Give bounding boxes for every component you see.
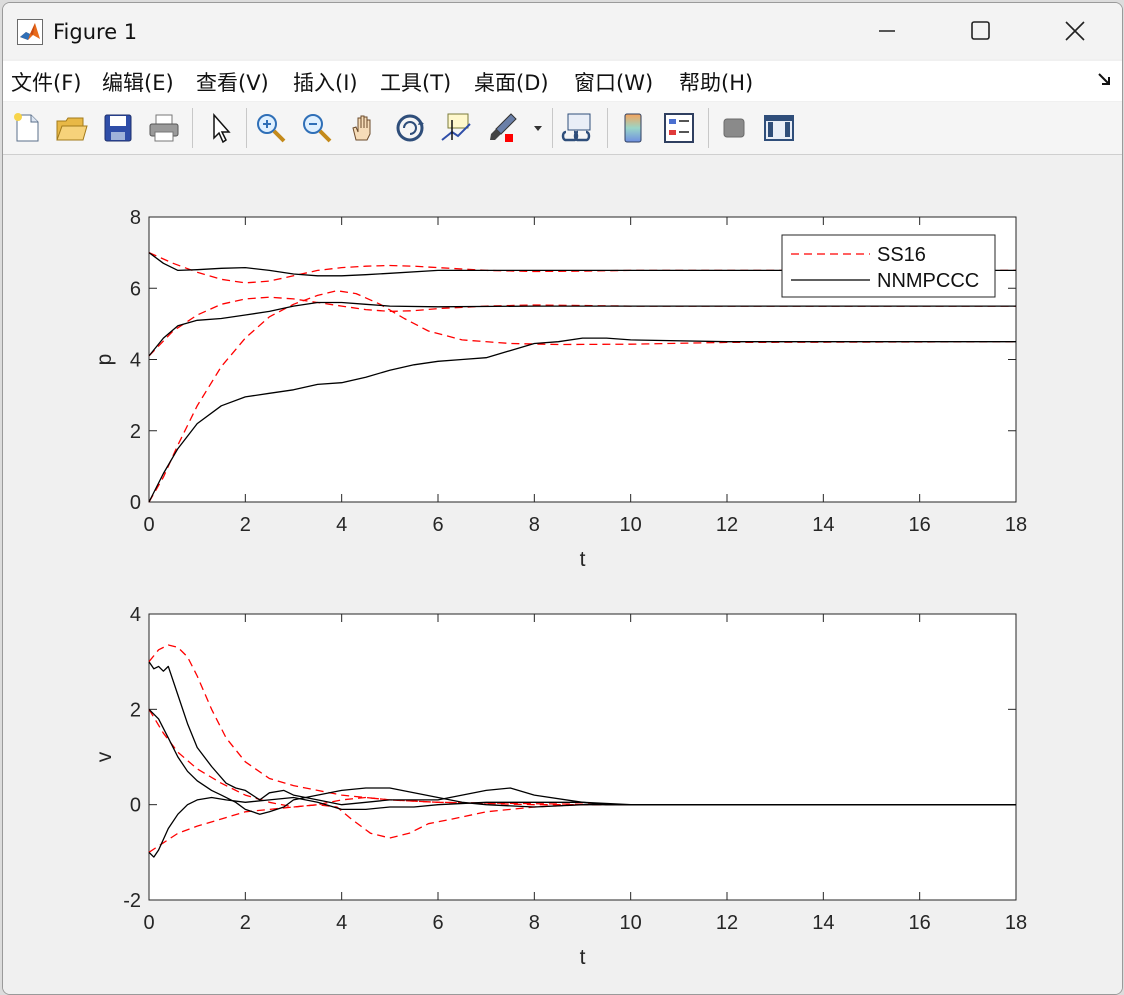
legend-icon[interactable] <box>661 110 697 146</box>
zoom-in-icon[interactable] <box>253 110 289 146</box>
x-tick-label: 14 <box>812 514 834 536</box>
x-tick-label: 10 <box>620 514 642 536</box>
x-tick-label: 10 <box>620 912 642 934</box>
matlab-logo-icon <box>17 19 43 45</box>
x-tick-label: 12 <box>716 514 738 536</box>
chevron-down-icon[interactable] <box>529 110 547 146</box>
x-tick-label: 2 <box>240 912 251 934</box>
x-tick-label: 8 <box>529 514 540 536</box>
pointer-icon[interactable] <box>203 110 239 146</box>
y-axis-label: p <box>93 354 116 366</box>
legend-label-ss16: SS16 <box>877 244 926 266</box>
toolbar-separator <box>708 108 709 148</box>
axes-2: 0 2 4 6 8 10 12 14 16 18-2024tv <box>93 604 1027 969</box>
plot-canvas: 0 2 4 6 8 10 12 14 16 18 0 2 4 6 8 t p SS16 NNMPCCC 0 2 4 6 8 10… <box>93 207 1027 969</box>
x-axis-label: t <box>580 946 586 969</box>
legend: SS16 NNMPCCC <box>781 234 996 298</box>
data-cursor-icon[interactable] <box>438 110 474 146</box>
minimize-icon <box>879 30 895 32</box>
axes-background <box>148 613 1017 901</box>
x-axis-label: t <box>580 548 586 571</box>
x-tick-label: 2 <box>240 514 251 536</box>
x-tick-label: 4 <box>336 514 347 536</box>
close-button[interactable] <box>1029 3 1121 59</box>
x-tick-label: 6 <box>432 514 443 536</box>
x-tick-label: 4 <box>336 912 347 934</box>
x-tick-label: 0 <box>143 514 154 536</box>
toolbar <box>3 102 1122 155</box>
x-tick-label: 16 <box>909 514 931 536</box>
y-tick-label: -2 <box>123 890 141 912</box>
legend-label-nnmpccc: NNMPCCC <box>877 270 979 292</box>
menu-view[interactable]: 查看(V) <box>196 67 269 97</box>
y-axis-label: v <box>93 751 116 762</box>
menu-help[interactable]: 帮助(H) <box>679 67 753 97</box>
menu-file[interactable]: 文件(F) <box>11 67 81 97</box>
link-plot-icon[interactable] <box>560 110 596 146</box>
open-icon[interactable] <box>53 110 89 146</box>
axes-1: 0 2 4 6 8 10 12 14 16 18 0 2 4 6 8 t p SS16 NNMPCCC <box>93 207 1027 571</box>
y-tick-label: 0 <box>130 492 141 514</box>
y-tick-label: 2 <box>130 699 141 721</box>
menu-desktop[interactable]: 桌面(D) <box>474 67 549 97</box>
window-title: Figure 1 <box>53 20 138 44</box>
maximize-icon <box>971 21 990 40</box>
dock-arrow-icon[interactable] <box>1096 71 1112 87</box>
toolbar-separator <box>552 108 553 148</box>
menu-edit[interactable]: 编辑(E) <box>102 67 174 97</box>
menu-insert[interactable]: 插入(I) <box>293 67 358 97</box>
toolbar-separator <box>607 108 608 148</box>
show-plot-tools-icon[interactable] <box>761 110 797 146</box>
zoom-out-icon[interactable] <box>299 110 335 146</box>
menu-tools[interactable]: 工具(T) <box>380 67 451 97</box>
menu-bar: 文件(F) 编辑(E) 查看(V) 插入(I) 工具(T) 桌面(D) 窗口(W… <box>3 61 1122 101</box>
pan-icon[interactable] <box>346 110 382 146</box>
save-icon[interactable] <box>100 110 136 146</box>
y-tick-label: 8 <box>130 207 141 229</box>
x-tick-label: 18 <box>1005 514 1027 536</box>
figure-canvas: 0 2 4 6 8 10 12 14 16 18 0 2 4 6 8 t p SS16 NNMPCCC 0 2 4 6 8 10… <box>3 155 1122 994</box>
toolbar-separator <box>192 108 193 148</box>
y-tick-label: 0 <box>130 795 141 817</box>
hide-plot-tools-icon[interactable] <box>716 110 752 146</box>
y-tick-label: 2 <box>130 421 141 443</box>
print-icon[interactable] <box>146 110 182 146</box>
close-icon <box>1065 21 1085 41</box>
figure-window: Figure 1 文件(F) 编辑(E) 查看(V) 插入(I) 工具(T) 桌… <box>2 2 1123 995</box>
x-tick-label: 8 <box>529 912 540 934</box>
y-tick-label: 6 <box>130 278 141 300</box>
maximize-button[interactable] <box>935 3 1027 59</box>
rotate-3d-icon[interactable] <box>392 110 428 146</box>
colorbar-icon[interactable] <box>615 110 651 146</box>
y-tick-label: 4 <box>130 604 141 626</box>
title-bar: Figure 1 <box>3 3 1122 59</box>
x-tick-label: 6 <box>432 912 443 934</box>
menu-window[interactable]: 窗口(W) <box>574 67 653 97</box>
x-tick-label: 16 <box>909 912 931 934</box>
minimize-button[interactable] <box>841 3 933 59</box>
x-tick-label: 12 <box>716 912 738 934</box>
toolbar-separator <box>246 108 247 148</box>
x-tick-label: 14 <box>812 912 834 934</box>
x-tick-label: 18 <box>1005 912 1027 934</box>
new-figure-icon[interactable] <box>9 110 45 146</box>
brush-icon[interactable] <box>485 110 521 146</box>
y-tick-label: 4 <box>130 350 141 372</box>
x-tick-label: 0 <box>143 912 154 934</box>
